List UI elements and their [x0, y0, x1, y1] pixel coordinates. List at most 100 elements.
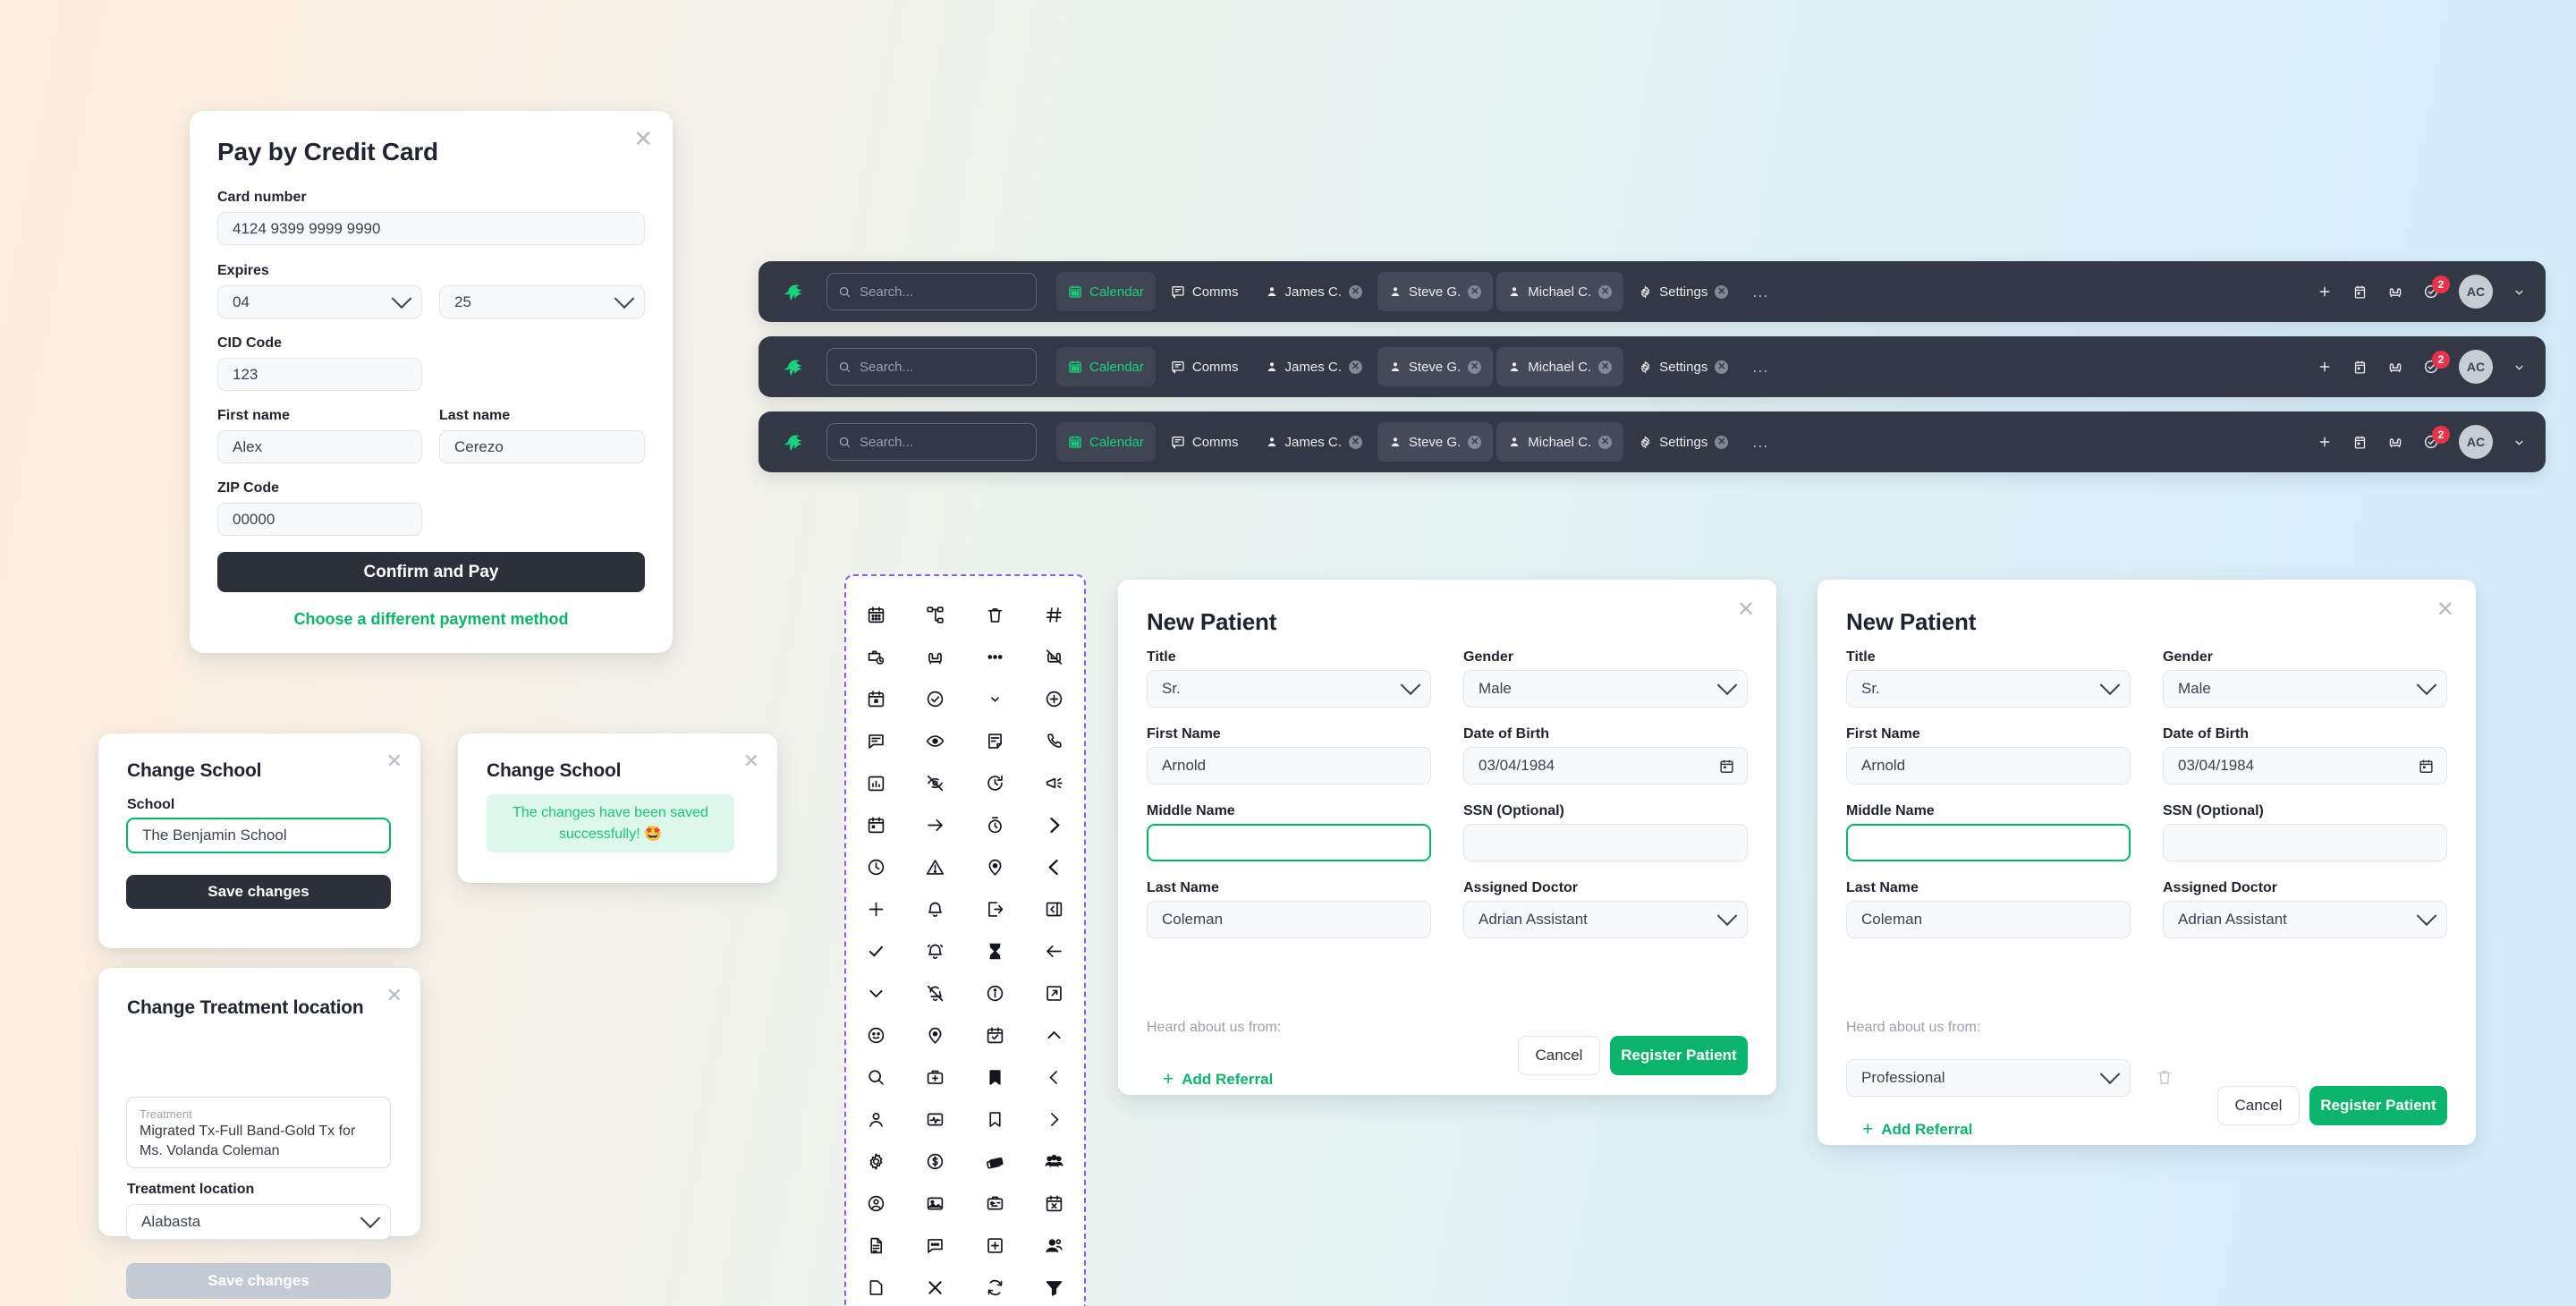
- nav-tab-james-c[interactable]: James C. ✕: [1254, 272, 1374, 311]
- choose-different-payment-link[interactable]: Choose a different payment method: [190, 610, 673, 629]
- add-referral-button[interactable]: + Add Referral: [1163, 1070, 1273, 1089]
- last-name-input[interactable]: Cerezo: [439, 430, 645, 463]
- eye-off-icon[interactable]: [926, 774, 945, 793]
- close-icon[interactable]: ✕: [386, 986, 402, 1005]
- nav-tab-settings[interactable]: Settings ✕: [1627, 272, 1740, 311]
- chat-dots-icon[interactable]: [926, 1236, 945, 1255]
- ssn-input[interactable]: [2163, 824, 2447, 861]
- location-pin-icon[interactable]: [926, 1026, 945, 1045]
- assigned-doctor-select[interactable]: Adrian Assistant: [2163, 901, 2447, 938]
- close-icon[interactable]: ✕: [1598, 360, 1613, 374]
- nav-tab-comms[interactable]: Comms: [1159, 272, 1250, 311]
- title-select[interactable]: Sr.: [1846, 670, 2131, 708]
- arrow-left-icon[interactable]: [1045, 942, 1063, 961]
- id-card-icon[interactable]: [986, 1194, 1004, 1213]
- account-circle-icon[interactable]: [867, 1194, 886, 1213]
- external-link-icon[interactable]: [1045, 984, 1063, 1003]
- calendar-day-icon[interactable]: [2352, 435, 2368, 450]
- logout-icon[interactable]: [986, 900, 1004, 919]
- trash-icon[interactable]: [986, 606, 1004, 624]
- nav-tab-calendar[interactable]: Calendar: [1056, 422, 1156, 462]
- close-icon[interactable]: ✕: [1468, 360, 1482, 374]
- card-number-input[interactable]: 4124 9399 9999 9990: [217, 212, 645, 245]
- close-icon[interactable]: ✕: [743, 751, 759, 771]
- chair-icon[interactable]: [2387, 284, 2403, 300]
- nav-tab-steve-g[interactable]: Steve G. ✕: [1377, 347, 1494, 386]
- calendar-day-icon[interactable]: [2352, 360, 2368, 375]
- bookmark-icon[interactable]: [986, 1110, 1004, 1129]
- chair-off-icon[interactable]: [1045, 648, 1063, 666]
- chevron-down-icon[interactable]: [2512, 436, 2526, 449]
- nav-tab-comms[interactable]: Comms: [1159, 422, 1250, 462]
- user-icon[interactable]: [867, 1110, 886, 1129]
- bar-chart-icon[interactable]: [867, 774, 886, 793]
- calendar-icon[interactable]: [2419, 759, 2434, 774]
- app-logo[interactable]: [771, 357, 818, 377]
- message-lines-icon[interactable]: [867, 732, 886, 751]
- smiley-icon[interactable]: [867, 1026, 886, 1045]
- avatar[interactable]: AC: [2459, 425, 2493, 459]
- close-icon[interactable]: ✕: [386, 751, 402, 771]
- eye-icon[interactable]: [926, 732, 945, 751]
- close-icon[interactable]: ✕: [1468, 435, 1482, 449]
- register-patient-button-a[interactable]: Register Patient: [1610, 1036, 1748, 1075]
- close-icon[interactable]: ✕: [1468, 284, 1482, 299]
- group-people-icon[interactable]: [1045, 1152, 1063, 1171]
- cancel-button-b[interactable]: Cancel: [2217, 1086, 2300, 1125]
- payment-cards-icon[interactable]: [986, 1152, 1004, 1171]
- add-icon[interactable]: [2317, 359, 2333, 375]
- nav-tab-michael-c[interactable]: Michael C. ✕: [1496, 422, 1624, 462]
- gender-select[interactable]: Male: [2163, 670, 2447, 708]
- hash-icon[interactable]: [1045, 606, 1063, 624]
- calendar-block-icon[interactable]: [867, 690, 886, 708]
- gender-select[interactable]: Male: [1463, 670, 1748, 708]
- middle-name-input[interactable]: [1846, 824, 2131, 861]
- nav-tab-steve-g[interactable]: Steve G. ✕: [1377, 272, 1494, 311]
- bell-off-icon[interactable]: [926, 984, 945, 1003]
- plus-circle-icon[interactable]: [1045, 690, 1063, 708]
- nav-tab-calendar[interactable]: Calendar: [1056, 272, 1156, 311]
- close-icon[interactable]: ✕: [1715, 284, 1729, 299]
- medical-bag-icon[interactable]: [926, 1068, 945, 1087]
- document-icon[interactable]: [867, 1236, 886, 1255]
- date-of-birth-input[interactable]: 03/04/1984: [1463, 747, 1748, 784]
- close-icon[interactable]: ✕: [1737, 599, 1755, 621]
- arrow-right-icon[interactable]: [926, 816, 945, 835]
- last-name-input[interactable]: Coleman: [1846, 901, 2131, 938]
- chair-icon[interactable]: [2387, 434, 2403, 450]
- first-name-input[interactable]: Arnold: [1147, 747, 1431, 784]
- confirm-and-pay-button[interactable]: Confirm and Pay: [217, 552, 645, 592]
- dots-horizontal-icon[interactable]: [986, 648, 1004, 666]
- page-icon[interactable]: [867, 1278, 886, 1297]
- ssn-input[interactable]: [1463, 824, 1748, 861]
- search-icon[interactable]: [867, 1068, 886, 1087]
- calendar-icon[interactable]: [1719, 759, 1734, 774]
- image-icon[interactable]: [926, 1194, 945, 1213]
- close-icon[interactable]: [926, 1278, 945, 1297]
- referral-source-select[interactable]: Professional: [1846, 1059, 2131, 1097]
- close-icon[interactable]: ✕: [1598, 435, 1613, 449]
- vitals-icon[interactable]: [926, 1110, 945, 1129]
- calendar-icon[interactable]: [867, 606, 886, 624]
- cid-input[interactable]: 123: [217, 358, 422, 391]
- treatment-location-select[interactable]: Alabasta: [126, 1204, 391, 1240]
- chevron-down-icon[interactable]: [2512, 285, 2526, 299]
- last-name-input[interactable]: Coleman: [1147, 901, 1431, 938]
- nav-tab-settings[interactable]: Settings ✕: [1627, 347, 1740, 386]
- phone-icon[interactable]: [1045, 732, 1063, 751]
- title-select[interactable]: Sr.: [1147, 670, 1431, 708]
- chevron-down-small-icon[interactable]: [986, 690, 1004, 708]
- tasks-icon[interactable]: 2: [2423, 351, 2450, 375]
- clock-icon[interactable]: [867, 858, 886, 877]
- nav-overflow-button[interactable]: ...: [1752, 358, 1768, 377]
- save-changes-button[interactable]: Save changes: [126, 875, 391, 909]
- school-input[interactable]: The Benjamin School: [126, 818, 391, 853]
- dollar-circle-icon[interactable]: [926, 1152, 945, 1171]
- close-icon[interactable]: ✕: [1715, 435, 1729, 449]
- hourglass-icon[interactable]: [986, 942, 1004, 961]
- chevron-right-icon[interactable]: [1045, 1110, 1063, 1129]
- expires-month-select[interactable]: 04: [217, 285, 422, 318]
- nav-tab-michael-c[interactable]: Michael C. ✕: [1496, 347, 1624, 386]
- chevron-up-icon[interactable]: [1045, 1026, 1063, 1045]
- first-name-input[interactable]: Arnold: [1846, 747, 2131, 784]
